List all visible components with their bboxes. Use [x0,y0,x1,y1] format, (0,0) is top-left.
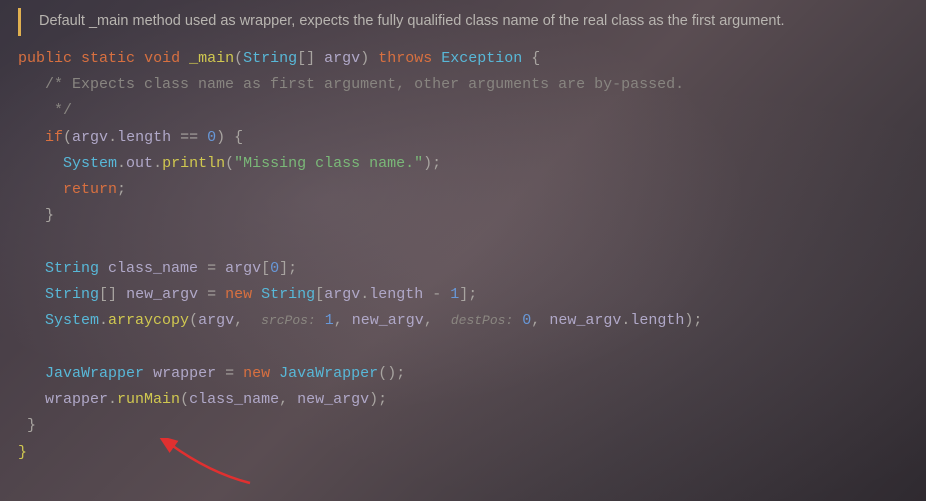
keyword-static: static [81,50,135,67]
inlay-hint: srcPos: [261,313,316,328]
inlay-hint: destPos: [451,313,513,328]
arraycopy-call[interactable]: System.arraycopy(argv, srcPos: 1, new_ar… [18,308,926,334]
method-signature[interactable]: public static void _main(String[] argv) … [18,46,926,72]
method-close[interactable]: } [18,413,926,439]
block-comment-end: */ [45,102,72,119]
doc-text: Default _main method used as wrapper, ex… [39,13,785,29]
string-literal: "Missing class name." [234,155,423,172]
block-comment: /* Expects class name as first argument,… [45,76,684,93]
javadoc-summary: Default _main method used as wrapper, ex… [18,8,908,36]
class-name-decl[interactable]: String class_name = argv[0]; [18,256,926,282]
return-statement[interactable]: return; [18,177,926,203]
method-name: _main [189,50,234,67]
annotation-arrow-icon [150,438,260,488]
new-argv-decl[interactable]: String[] new_argv = new String[argv.leng… [18,282,926,308]
comment-line-1[interactable]: /* Expects class name as first argument,… [18,72,926,98]
blank-line [18,230,926,256]
keyword-if: if [45,129,63,146]
keyword-throws: throws [378,50,432,67]
param-name: argv [324,50,360,67]
blank-line [18,335,926,361]
if-statement[interactable]: if(argv.length == 0) { [18,125,926,151]
comment-line-2[interactable]: */ [18,98,926,124]
keyword-void: void [144,50,180,67]
runmain-call[interactable]: wrapper.runMain(class_name, new_argv); [18,387,926,413]
println-call[interactable]: System.out.println("Missing class name."… [18,151,926,177]
if-close[interactable]: } [18,203,926,229]
param-type: String [243,50,297,67]
wrapper-decl[interactable]: JavaWrapper wrapper = new JavaWrapper(); [18,361,926,387]
keyword-public: public [18,50,72,67]
exception-type: Exception [441,50,522,67]
